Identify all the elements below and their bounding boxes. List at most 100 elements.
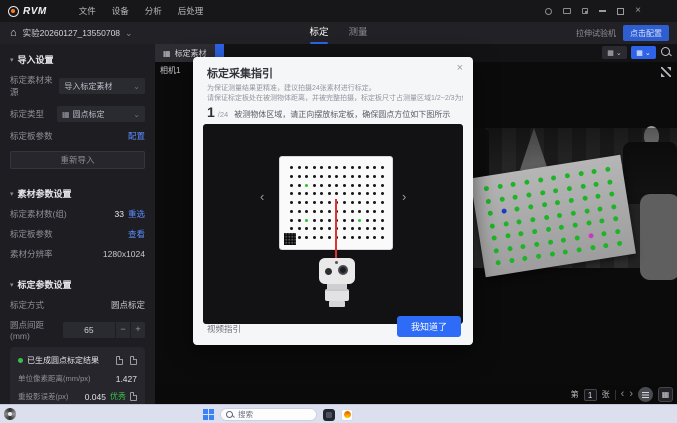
camera-label: 相机1 [160,66,181,75]
board-params-label: 标定板参数 [10,229,53,239]
settings-icon[interactable] [582,8,589,14]
pixel-distance-label: 单位像素距离(mm/px) [18,374,91,383]
display-icon[interactable] [563,8,572,14]
viewer-bottombar: 第 1 张 ‹ › ▦ [155,385,677,404]
detected-dot-grid [483,166,623,266]
previous-step-icon[interactable]: ‹ [260,190,264,203]
next-page-button[interactable]: › [629,389,633,400]
board-icon: ▦ [636,49,643,57]
rvm-logo: RVM [8,5,47,17]
taskbar-app-icon[interactable] [323,408,335,421]
step-total: /24 [217,110,229,119]
window-controls: × [545,0,641,22]
tab-calibration[interactable]: 标定 [309,22,328,44]
os-taskbar: 搜索 [0,404,677,423]
detail-report-icon[interactable] [130,392,137,401]
reprojection-error-value: 0.045 [84,391,106,402]
export-report-icon[interactable] [116,356,123,365]
spacing-increase-button[interactable]: + [130,322,145,338]
browser-icon[interactable] [4,408,16,420]
resolution-label: 素材分辨率 [10,249,53,259]
reprojection-error-label: 重投影误差(px) [18,392,69,401]
configure-board-link[interactable]: 配置 [128,130,145,142]
device-status: 拉伸试验机 点击配置 [576,25,669,41]
modal-desc-line2: 请保证标定板处在被测物体距离，并被完整拍摄，标定板尺寸占测量区域1/2~2/3为… [207,95,463,102]
material-count-value: 33 [114,209,124,219]
layout-select-button[interactable]: ▦ ⌄ [602,46,627,59]
zoom-icon[interactable] [660,46,673,59]
close-window-button[interactable]: × [635,6,641,16]
quality-badge: 优秀 [110,392,126,401]
dot-grid [290,166,384,239]
copy-result-icon[interactable] [130,356,137,365]
board-icon: ▦ [163,48,171,58]
layout-select-button-active[interactable]: ▦ ⌄ [631,46,656,59]
prev-page-button[interactable]: ‹ [621,389,625,400]
grid-view-button[interactable]: ▦ [658,387,673,402]
spacing-stepper: 65 − + [62,322,145,338]
page-prefix: 第 [570,390,579,399]
taskbar-search-input[interactable]: 搜索 [220,408,317,421]
list-view-button[interactable] [638,387,653,402]
experiment-dropdown-icon[interactable]: ⌄ [125,28,133,39]
person-silhouette [640,194,677,280]
page-number-input[interactable]: 1 [583,388,597,401]
confirm-button[interactable]: 我知道了 [396,316,461,337]
sync-icon[interactable] [545,7,553,15]
titlebar: RVM 文件 设备 分析 后处理 × [0,0,677,22]
camera-indicator-icon [335,261,338,264]
reselect-link[interactable]: 重选 [128,208,145,220]
rvm-logo-icon [8,5,19,17]
search-icon [226,410,234,419]
start-button-icon[interactable] [203,409,214,420]
calibration-result-card: 已生成圆点标定结果 单位像素距离(mm/px) 1.427 重投影误差(px) … [10,347,145,404]
home-icon[interactable]: ⌂ [10,27,17,39]
view-board-link[interactable]: 查看 [128,228,145,240]
type-select[interactable]: ▦ 圆点标定 ⌄ [57,106,145,122]
grid-icon: ▦ [661,390,670,399]
minimize-button[interactable] [599,10,607,12]
menu-bar: 文件 设备 分析 后处理 [79,5,204,17]
person-silhouette [623,142,677,204]
section-material-params[interactable]: ▾ 素材参数设置 [10,187,145,200]
search-placeholder: 搜索 [238,410,253,419]
tab-measurement[interactable]: 测量 [349,22,368,44]
fullscreen-icon[interactable] [661,67,671,77]
alignment-line [335,199,337,259]
board-icon: ▦ [62,109,70,119]
pixel-distance-value: 1.427 [115,373,137,384]
video-guide-link[interactable]: 视频指引 [207,323,241,335]
step-instruction: 被测物体区域，请正向摆放标定板，确保圆点方位如下图所示 [234,110,451,119]
reimport-button[interactable]: 重新导入 [10,151,145,169]
page-suffix: 张 [601,390,610,399]
menu-device[interactable]: 设备 [112,5,129,17]
collapse-triangle-icon: ▾ [10,190,14,198]
section-calibration-params[interactable]: ▾ 标定参数设置 [10,278,145,291]
spacing-input[interactable]: 65 [62,322,115,338]
menu-file[interactable]: 文件 [79,5,96,17]
source-label: 标定素材来源 [10,75,53,97]
divider [614,389,616,400]
maximize-button[interactable] [617,7,625,15]
material-count-label: 标定素材数(组) [10,209,67,219]
next-step-icon[interactable]: › [402,190,406,203]
menu-analysis[interactable]: 分析 [145,5,162,17]
section-import-settings[interactable]: ▾ 导入设置 [10,53,145,66]
person-silhouette [644,126,659,146]
collapse-triangle-icon: ▾ [10,56,14,64]
configure-device-button[interactable]: 点击配置 [623,25,669,41]
source-select[interactable]: 导入标定素材 ⌄ [59,78,145,94]
menu-postprocess[interactable]: 后处理 [178,5,204,17]
chevron-down-icon: ⌄ [615,49,622,57]
step-number: 1 [207,104,215,120]
taskbar-app-icon[interactable] [341,408,353,421]
spacing-decrease-button[interactable]: − [115,322,130,338]
camera-lens-icon [325,268,332,275]
chevron-down-icon: ⌄ [644,49,651,57]
chevron-down-icon: ⌄ [133,109,140,119]
board-icon: ▦ [607,49,614,57]
settings-sidebar: ▾ 导入设置 标定素材来源 导入标定素材 ⌄ 标定类型 ▦ 圆点标定 ⌄ 标定板… [0,44,155,404]
type-label: 标定类型 [10,109,45,119]
close-icon[interactable]: × [457,62,463,74]
modal-title: 标定采集指引 [207,68,273,80]
